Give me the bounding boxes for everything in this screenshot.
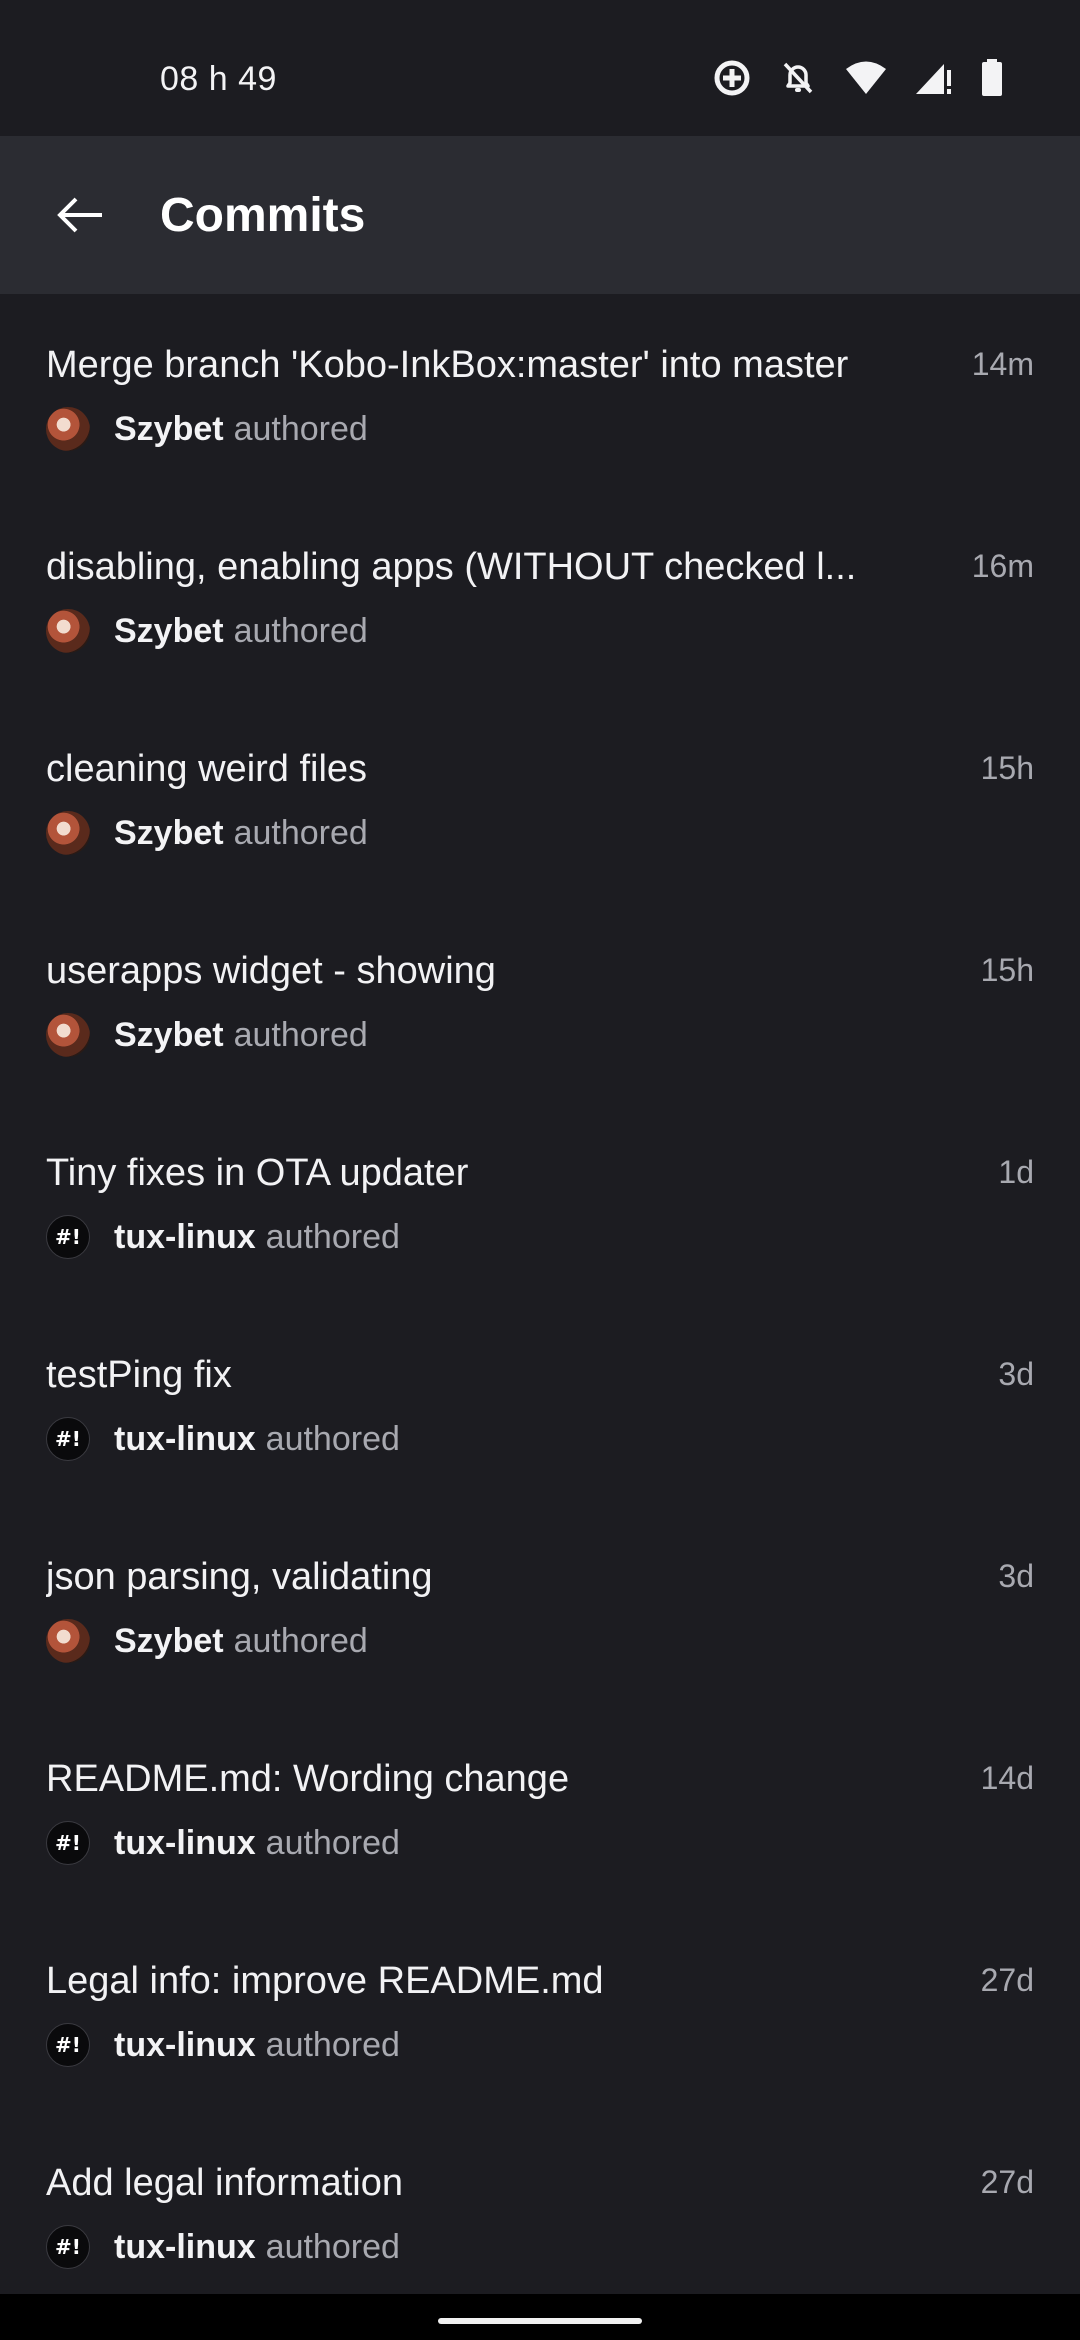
commit-meta: #! tux-linux authored xyxy=(46,1820,400,1866)
commit-meta: #! tux-linux authored xyxy=(46,2224,400,2270)
tux-avatar: #! xyxy=(46,1215,90,1259)
commit-row[interactable]: cleaning weird files 15h Szybet authored xyxy=(0,698,1080,900)
commit-meta: Szybet authored xyxy=(46,1012,368,1058)
status-bar: 08 h 49 xyxy=(0,0,1080,136)
wifi-icon xyxy=(846,61,886,94)
commit-meta: Szybet authored xyxy=(46,1618,368,1664)
commit-title: README.md: Wording change xyxy=(46,1758,570,1800)
panda-avatar xyxy=(46,609,90,653)
commit-verb: authored xyxy=(265,2227,400,2266)
tux-avatar: #! xyxy=(46,2023,90,2067)
signal-icon xyxy=(916,64,951,94)
home-gesture-handle[interactable] xyxy=(438,2318,642,2324)
page-title: Commits xyxy=(160,189,366,242)
commit-row[interactable]: Legal info: improve README.md 27d #! tux… xyxy=(0,1910,1080,2112)
commit-author: tux-linux xyxy=(114,2227,256,2266)
commit-time: 3d xyxy=(998,1356,1034,1392)
commit-row[interactable]: json parsing, validating 3d Szybet autho… xyxy=(0,1506,1080,1708)
panda-avatar xyxy=(46,407,90,451)
commit-author: Szybet xyxy=(114,1621,224,1660)
commit-title: userapps widget - showing xyxy=(46,950,496,992)
commit-author: Szybet xyxy=(114,1015,224,1054)
panda-avatar xyxy=(46,811,90,855)
commit-row[interactable]: Merge branch 'Kobo-InkBox:master' into m… xyxy=(0,294,1080,496)
commit-author: tux-linux xyxy=(114,2025,256,2064)
commit-row[interactable]: README.md: Wording change 14d #! tux-lin… xyxy=(0,1708,1080,1910)
notifications-off-icon xyxy=(783,62,813,94)
commit-time: 15h xyxy=(980,952,1034,988)
commit-time: 16m xyxy=(971,548,1034,584)
commit-verb: authored xyxy=(265,2025,400,2064)
commit-time: 14d xyxy=(980,1760,1034,1796)
commit-verb: authored xyxy=(265,1419,400,1458)
commit-author: tux-linux xyxy=(114,1823,256,1862)
commit-row[interactable]: testPing fix 3d #! tux-linux authored xyxy=(0,1304,1080,1506)
commit-author: Szybet xyxy=(114,813,224,852)
commit-meta: #! tux-linux authored xyxy=(46,1416,400,1462)
commit-verb: authored xyxy=(233,611,368,650)
commit-author: Szybet xyxy=(114,611,224,650)
status-icons xyxy=(712,58,1004,98)
commit-title: Legal info: improve README.md xyxy=(46,1960,604,2002)
commit-author: Szybet xyxy=(114,409,224,448)
commit-meta: Szybet authored xyxy=(46,608,368,654)
status-time: 08 h 49 xyxy=(160,60,277,98)
commit-time: 1d xyxy=(998,1154,1034,1190)
commit-title: testPing fix xyxy=(46,1354,232,1396)
tux-avatar: #! xyxy=(46,1417,90,1461)
commit-row[interactable]: userapps widget - showing 15h Szybet aut… xyxy=(0,900,1080,1102)
commit-title: Tiny fixes in OTA updater xyxy=(46,1152,469,1194)
app-bar: Commits xyxy=(0,136,1080,294)
commit-time: 27d xyxy=(980,2164,1034,2200)
commit-verb: authored xyxy=(265,1823,400,1862)
commit-title: json parsing, validating xyxy=(46,1556,433,1598)
commit-title: Add legal information xyxy=(46,2162,403,2204)
commit-meta: Szybet authored xyxy=(46,406,368,452)
arrow-back-icon xyxy=(57,197,102,233)
commit-meta: Szybet authored xyxy=(46,810,368,856)
commit-author: tux-linux xyxy=(114,1217,256,1256)
commit-time: 15h xyxy=(980,750,1034,786)
commit-verb: authored xyxy=(233,1015,368,1054)
commit-time: 3d xyxy=(998,1558,1034,1594)
commit-verb: authored xyxy=(233,1621,368,1660)
panda-avatar xyxy=(46,1619,90,1663)
data-saver-icon xyxy=(714,60,750,96)
commit-verb: authored xyxy=(233,409,368,448)
back-button[interactable] xyxy=(40,174,122,256)
tux-avatar: #! xyxy=(46,2225,90,2269)
commit-author: tux-linux xyxy=(114,1419,256,1458)
commit-row[interactable]: Add legal information 27d #! tux-linux a… xyxy=(0,2112,1080,2314)
commit-meta: #! tux-linux authored xyxy=(46,1214,400,1260)
navigation-bar xyxy=(0,2294,1080,2340)
commit-meta: #! tux-linux authored xyxy=(46,2022,400,2068)
commit-title: Merge branch 'Kobo-InkBox:master' into m… xyxy=(46,344,849,386)
panda-avatar xyxy=(46,1013,90,1057)
commit-row[interactable]: disabling, enabling apps (WITHOUT checke… xyxy=(0,496,1080,698)
tux-avatar: #! xyxy=(46,1821,90,1865)
commit-time: 27d xyxy=(980,1962,1034,1998)
commit-list: Merge branch 'Kobo-InkBox:master' into m… xyxy=(0,294,1080,2314)
commit-title: disabling, enabling apps (WITHOUT checke… xyxy=(46,546,857,588)
commit-time: 14m xyxy=(971,346,1034,382)
commit-title: cleaning weird files xyxy=(46,748,368,790)
commit-row[interactable]: Tiny fixes in OTA updater 1d #! tux-linu… xyxy=(0,1102,1080,1304)
battery-icon xyxy=(982,59,1002,96)
commit-verb: authored xyxy=(233,813,368,852)
commit-verb: authored xyxy=(265,1217,400,1256)
